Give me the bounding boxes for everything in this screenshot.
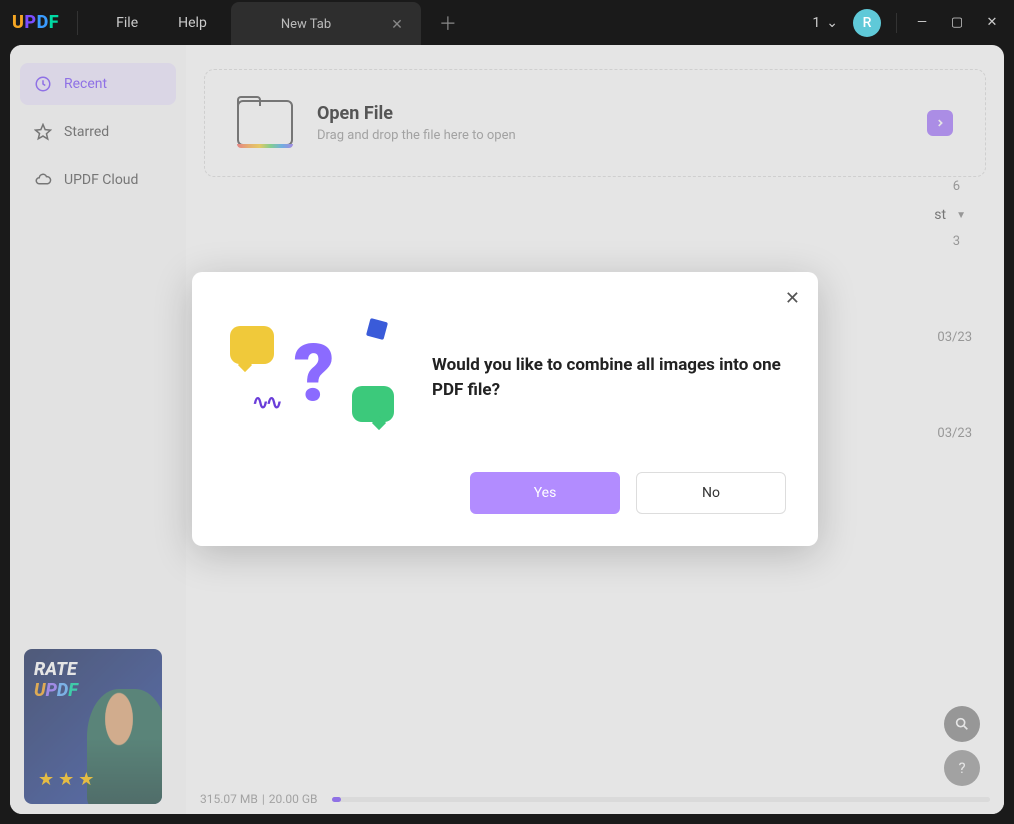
chevron-down-icon: ⌄ bbox=[826, 15, 838, 31]
close-icon[interactable]: ✕ bbox=[391, 17, 403, 33]
close-button[interactable]: ✕ bbox=[982, 15, 1002, 30]
tab-title: New Tab bbox=[281, 17, 331, 32]
minimize-button[interactable]: — bbox=[912, 15, 932, 30]
dialog-no-button[interactable]: No bbox=[636, 472, 786, 514]
dialog-message: Would you like to combine all images int… bbox=[432, 353, 786, 402]
dialog-illustration: ? ∿∿ bbox=[224, 318, 404, 438]
combine-images-dialog: ✕ ? ∿∿ Would you like to combine all ima… bbox=[192, 272, 818, 546]
dialog-close-button[interactable]: ✕ bbox=[785, 288, 800, 309]
tab-count[interactable]: 1 ⌄ bbox=[812, 15, 838, 31]
avatar[interactable]: R bbox=[853, 9, 881, 37]
menu-help[interactable]: Help bbox=[158, 15, 227, 31]
tab-new[interactable]: New Tab ✕ bbox=[231, 2, 421, 47]
menu-file[interactable]: File bbox=[96, 15, 158, 31]
maximize-button[interactable]: ▢ bbox=[947, 15, 967, 30]
app-logo: UPDF bbox=[12, 12, 59, 33]
add-tab-button[interactable]: ＋ bbox=[439, 10, 457, 36]
dialog-yes-button[interactable]: Yes bbox=[470, 472, 620, 514]
